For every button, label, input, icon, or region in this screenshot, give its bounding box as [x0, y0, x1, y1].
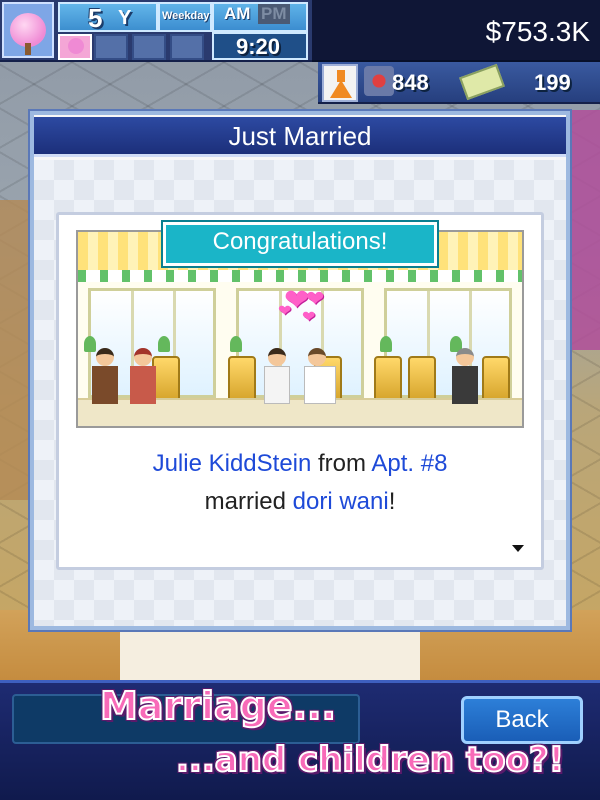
more-arrow-icon[interactable] [512, 545, 524, 552]
message-from: from [318, 450, 367, 477]
sakura-tree-icon [10, 13, 46, 55]
bride-sprite [300, 348, 338, 410]
sprite-body [92, 366, 118, 404]
am-indicator: AM [224, 4, 251, 23]
year-box [58, 2, 158, 32]
sprite-head [96, 348, 114, 366]
status-slot-season [58, 34, 92, 60]
apartment-label: Apt. #8 [371, 450, 448, 477]
plant-decoration [158, 336, 170, 352]
year-unit: Y [118, 7, 132, 29]
sprite-body [130, 366, 156, 404]
church-pew [374, 356, 402, 402]
priest-sprite [448, 348, 480, 410]
hearts-effect: ❤ ❤ ❤ ❤ [278, 286, 328, 330]
plant-decoration [230, 336, 242, 352]
sprite-head [456, 348, 474, 366]
resident-name: Julie KiddStein [152, 450, 312, 477]
cash-count: 199 [534, 70, 571, 95]
church-pew [228, 356, 256, 402]
dialog-title: Just Married [228, 121, 372, 151]
clock-time: 9:20 [236, 34, 281, 59]
heart-icon: ❤ [302, 309, 316, 326]
scene-garland [78, 270, 522, 282]
church-pew [482, 356, 510, 402]
plant-decoration [380, 336, 392, 352]
research-points: 848 [392, 70, 429, 95]
research-icon [364, 66, 394, 96]
spouse-name: dori wani [292, 488, 389, 515]
status-slot [170, 34, 204, 60]
message-line-2: married dori wani! [56, 488, 544, 516]
sprite-head [134, 348, 152, 366]
promo-text-line-2: ...and children too?! [175, 739, 565, 781]
background-wall [120, 628, 420, 680]
message-line-1: Julie KiddStein from Apt. #8 [56, 450, 544, 478]
congrats-label: Congratulations! [212, 228, 388, 255]
church-pew [408, 356, 436, 402]
sprite-body [264, 366, 290, 404]
status-slot [132, 34, 166, 60]
year-number: 5 [88, 3, 103, 33]
heart-icon: ❤ [306, 286, 325, 311]
back-button[interactable]: Back [461, 696, 583, 744]
sprite-body [304, 366, 336, 404]
sprite-head [308, 348, 326, 366]
pm-indicator: PM [258, 4, 290, 24]
weekday-label: Weekday [162, 10, 210, 22]
sprite-head [268, 348, 286, 366]
sprite-body [452, 366, 478, 404]
season-tile[interactable] [2, 2, 54, 58]
guest-sprite [88, 348, 120, 410]
groom-sprite [260, 348, 292, 410]
money-amount: $753.3K [485, 16, 590, 47]
status-slot [94, 34, 128, 60]
heart-icon: ❤ [278, 303, 292, 320]
message-married: married [204, 488, 286, 515]
message-end: ! [388, 488, 396, 515]
flask-icon[interactable] [322, 64, 358, 102]
guest-sprite [126, 348, 158, 410]
promo-text-line-1: Marriage... [99, 683, 337, 729]
sakura-tree-icon [68, 38, 84, 54]
